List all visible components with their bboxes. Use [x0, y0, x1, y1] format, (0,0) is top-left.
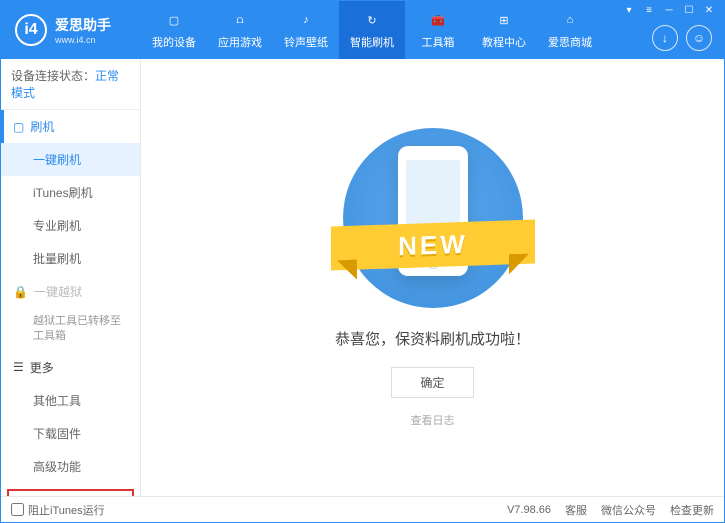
sidebar: 设备连接状态：正常模式 ▢ 刷机 一键刷机iTunes刷机专业刷机批量刷机 🔒 …: [1, 59, 141, 496]
sidebar-item-flash-2[interactable]: 专业刷机: [1, 209, 140, 242]
nav-tab-4[interactable]: 🧰工具箱: [405, 1, 471, 59]
app-url: www.i4.cn: [55, 35, 111, 45]
close-icon[interactable]: ✕: [700, 3, 718, 17]
sidebar-header-more[interactable]: ☰ 更多: [1, 351, 140, 384]
title-bar: i4 爱思助手 www.i4.cn ▢我的设备⩍应用游戏♪铃声壁纸↻智能刷机🧰工…: [1, 1, 724, 59]
list-icon: ☰: [13, 360, 24, 374]
sidebar-item-flash-1[interactable]: iTunes刷机: [1, 176, 140, 209]
logo-icon: i4: [15, 14, 47, 46]
options-highlight-box: 自动激活 跳过向导: [7, 489, 134, 496]
update-link[interactable]: 检查更新: [670, 502, 714, 518]
tools-icon: 🧰: [428, 10, 448, 30]
nav-tab-3[interactable]: ↻智能刷机: [339, 1, 405, 59]
device-icon: ▢: [164, 10, 184, 30]
user-icon[interactable]: ☺: [686, 25, 712, 51]
nav-tab-2[interactable]: ♪铃声壁纸: [273, 1, 339, 59]
nav-tab-1[interactable]: ⩍应用游戏: [207, 1, 273, 59]
wechat-link[interactable]: 微信公众号: [601, 502, 656, 518]
store-icon: ⌂: [560, 10, 580, 30]
version-label: V7.98.66: [507, 504, 551, 516]
jailbreak-note: 越狱工具已转移至工具箱: [1, 308, 140, 351]
phone-icon: ▢: [13, 120, 24, 134]
sidebar-item-flash-3[interactable]: 批量刷机: [1, 242, 140, 275]
ok-button[interactable]: 确定: [391, 367, 473, 398]
success-illustration: NEW: [343, 128, 523, 308]
sidebar-header-jailbreak[interactable]: 🔒 一键越狱: [1, 275, 140, 308]
maximize-icon[interactable]: ☐: [680, 3, 698, 17]
main-content: NEW 恭喜您，保资料刷机成功啦！ 确定 查看日志: [141, 59, 724, 496]
music-icon: ♪: [296, 10, 316, 30]
help-icon: ⊞: [494, 10, 514, 30]
sidebar-item-more-2[interactable]: 高级功能: [1, 450, 140, 483]
view-log-link[interactable]: 查看日志: [411, 412, 455, 428]
logo-area: i4 爱思助手 www.i4.cn: [1, 14, 141, 46]
sidebar-item-more-0[interactable]: 其他工具: [1, 384, 140, 417]
lock-icon: 🔒: [13, 285, 28, 299]
sidebar-item-flash-0[interactable]: 一键刷机: [1, 143, 140, 176]
success-message: 恭喜您，保资料刷机成功啦！: [335, 328, 530, 349]
block-itunes-checkbox[interactable]: 阻止iTunes运行: [11, 502, 105, 518]
connection-status: 设备连接状态：正常模式: [1, 59, 140, 110]
service-link[interactable]: 客服: [565, 502, 587, 518]
download-icon[interactable]: ↓: [652, 25, 678, 51]
sidebar-header-flash[interactable]: ▢ 刷机: [1, 110, 140, 143]
apps-icon: ⩍: [230, 10, 250, 30]
nav-tab-0[interactable]: ▢我的设备: [141, 1, 207, 59]
menu-icon[interactable]: ▾: [620, 3, 638, 17]
minimize-icon[interactable]: ─: [660, 3, 678, 17]
app-name: 爱思助手: [55, 15, 111, 35]
flash-icon: ↻: [362, 10, 382, 30]
settings-icon[interactable]: ≡: [640, 3, 658, 17]
nav-tabs: ▢我的设备⩍应用游戏♪铃声壁纸↻智能刷机🧰工具箱⊞教程中心⌂爱思商城: [141, 1, 603, 59]
window-controls: ▾ ≡ ─ ☐ ✕: [614, 1, 724, 19]
new-banner: NEW: [331, 219, 535, 270]
footer: 阻止iTunes运行 V7.98.66 客服 微信公众号 检查更新: [1, 496, 724, 522]
nav-tab-5[interactable]: ⊞教程中心: [471, 1, 537, 59]
nav-tab-6[interactable]: ⌂爱思商城: [537, 1, 603, 59]
sidebar-item-more-1[interactable]: 下载固件: [1, 417, 140, 450]
